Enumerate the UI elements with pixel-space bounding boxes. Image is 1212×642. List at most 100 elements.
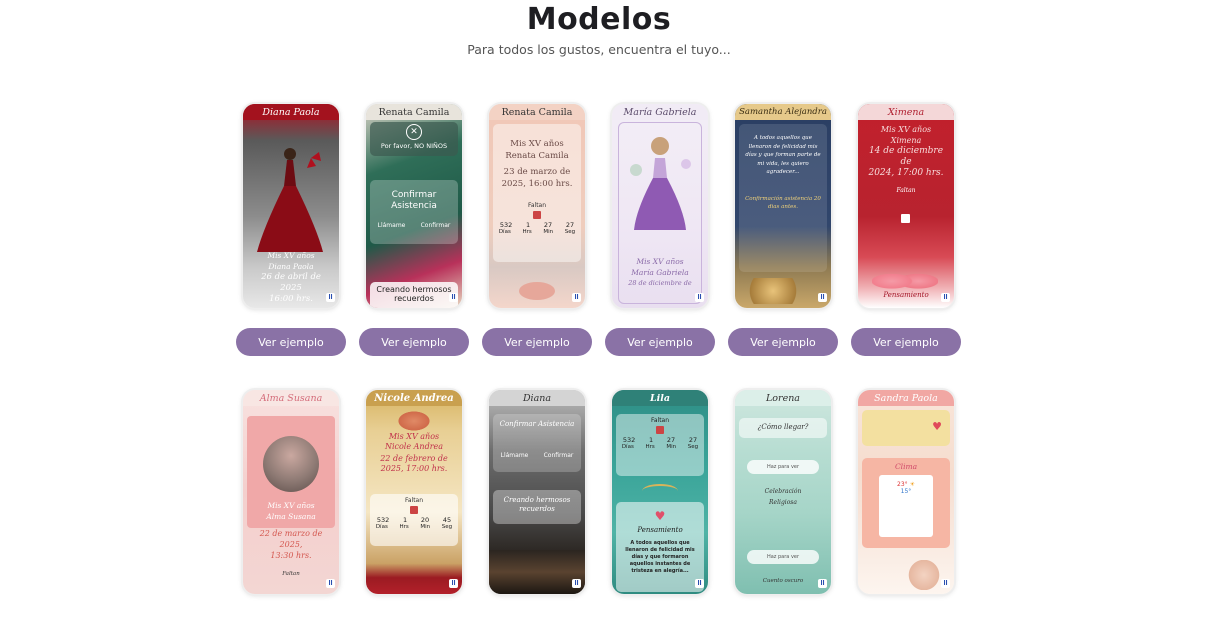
preview-line: María Gabriela: [631, 268, 689, 277]
preview-line: Religiosa: [769, 499, 797, 506]
preview-line: A todos aquellos que llenaron de felicid…: [625, 540, 695, 574]
model-card: Sandra Paola ♥ Clima 23° ☀ 15° ll Ver ej…: [851, 390, 961, 642]
preview-line: Nicole Andrea: [384, 442, 444, 451]
dress-illustration: [257, 148, 323, 252]
ver-ejemplo-button[interactable]: Ver ejemplo: [236, 328, 346, 356]
model-card: Nicole Andrea Mis XV años Nicole Andrea …: [359, 390, 469, 642]
model-preview[interactable]: Samantha Alejandra A todos aquellos que …: [735, 104, 831, 308]
temp-high: 23°: [897, 481, 908, 488]
preview-line: Faltan: [404, 497, 424, 504]
calendar-icon: [656, 426, 664, 434]
preview-line: Faltan: [282, 571, 300, 577]
page-title: Modelos: [526, 2, 672, 37]
flowers-decoration: [904, 560, 944, 590]
model-preview-name: Lorena: [735, 390, 831, 406]
countdown-unit: Hrs: [522, 229, 532, 235]
call-link[interactable]: Llámame: [501, 452, 529, 459]
model-preview[interactable]: Nicole Andrea Mis XV años Nicole Andrea …: [366, 390, 462, 594]
preview-line: Diana Paola: [268, 262, 314, 271]
ver-ejemplo-button[interactable]: Ver ejemplo: [359, 328, 469, 356]
pause-icon[interactable]: ll: [572, 293, 581, 302]
venue-photo: [489, 550, 585, 594]
confirm-link[interactable]: Confirmar: [421, 222, 451, 229]
model-card: Samantha Alejandra A todos aquellos que …: [728, 104, 838, 356]
model-preview[interactable]: María Gabriela Mis XV años María Gabriel…: [612, 104, 708, 308]
directions-label: Haz para ver: [766, 464, 800, 470]
bow-decoration: [396, 410, 432, 432]
crown-decoration: [642, 484, 678, 498]
model-card: Ximena Mis XV años Ximena 14 de diciembr…: [851, 104, 961, 356]
heart-icon: ♥: [654, 509, 666, 523]
model-preview[interactable]: Lorena ¿Cómo llegar? Haz para ver Celebr…: [735, 390, 831, 594]
model-preview[interactable]: Diana Paola Mis XV años Diana Paola 26 d…: [243, 104, 339, 308]
model-preview-name: Diana: [489, 390, 585, 406]
model-preview[interactable]: Renata Camila Mis XV años Renata Camila …: [489, 104, 585, 308]
preview-line: Mis XV años: [510, 139, 564, 149]
preview-line: Creando hermosos recuerdos: [376, 285, 452, 303]
model-preview-name: Lila: [612, 390, 708, 406]
pause-icon[interactable]: ll: [818, 293, 827, 302]
pause-icon[interactable]: ll: [818, 579, 827, 588]
ver-ejemplo-button[interactable]: Ver ejemplo: [605, 328, 715, 356]
portrait-photo: [263, 436, 319, 492]
ver-ejemplo-button[interactable]: Ver ejemplo: [482, 328, 592, 356]
pause-icon[interactable]: ll: [326, 579, 335, 588]
countdown-value: 1: [526, 221, 531, 229]
pause-icon[interactable]: ll: [941, 579, 950, 588]
preview-line: ¿Cómo llegar?: [757, 423, 809, 431]
model-preview[interactable]: Lila Faltan 532 1 27 27 Días Hrs Min Seg: [612, 390, 708, 594]
model-preview-name: Samantha Alejandra: [735, 104, 831, 120]
preview-line: Faltan: [527, 202, 547, 209]
ver-ejemplo-button[interactable]: Ver ejemplo: [851, 328, 961, 356]
countdown-unit: Días: [498, 229, 511, 235]
pause-icon[interactable]: ll: [326, 293, 335, 302]
model-preview[interactable]: Renata Camila ✕ Por favor, NO NIÑOS Conf…: [366, 104, 462, 308]
ver-ejemplo-button[interactable]: Ver ejemplo: [728, 328, 838, 356]
pause-icon[interactable]: ll: [695, 579, 704, 588]
model-card: Lila Faltan 532 1 27 27 Días Hrs Min Seg: [605, 390, 715, 642]
countdown-value: 20: [420, 516, 430, 524]
pause-icon[interactable]: ll: [941, 293, 950, 302]
preview-line: 26 de abril de 2025: [261, 272, 321, 293]
models-row-2: Alma Susana Mis XV años Alma Susana 22 d…: [236, 390, 961, 642]
preview-line: Renata Camila: [505, 151, 569, 161]
call-link[interactable]: Llámame: [378, 222, 406, 229]
model-preview[interactable]: Diana Confirmar Asistencia Llámame Confi…: [489, 390, 585, 594]
preview-line: Faltan: [896, 187, 916, 194]
countdown-value: 27: [565, 221, 575, 229]
preview-line: Mis XV años: [388, 432, 440, 441]
preview-line: A todos aquellos que llenaron de felicid…: [745, 135, 821, 175]
countdown-unit: Días: [375, 524, 388, 530]
confirm-link[interactable]: Confirmar: [544, 452, 574, 459]
flowers-decoration: [519, 282, 555, 300]
model-preview-name: Sandra Paola: [858, 390, 954, 406]
model-preview-name: Diana Paola: [243, 104, 339, 120]
model-card: Lorena ¿Cómo llegar? Haz para ver Celebr…: [728, 390, 838, 642]
pause-icon[interactable]: ll: [695, 293, 704, 302]
countdown-unit: Seg: [441, 524, 453, 530]
directions-label: Haz para ver: [766, 554, 800, 560]
model-card: Renata Camila Mis XV años Renata Camila …: [482, 104, 592, 356]
preview-line: Mis XV años: [636, 257, 684, 266]
weather-widget: 23° ☀ 15°: [879, 475, 933, 537]
model-preview[interactable]: Sandra Paola ♥ Clima 23° ☀ 15° ll: [858, 390, 954, 594]
preview-line: Por favor, NO NIÑOS: [380, 142, 448, 150]
pause-icon[interactable]: ll: [449, 293, 458, 302]
model-preview[interactable]: Ximena Mis XV años Ximena 14 de diciembr…: [858, 104, 954, 308]
preview-line: Alma Susana: [266, 512, 316, 521]
models-row-1: Diana Paola Mis XV años Diana Paola 26 d…: [236, 104, 961, 356]
directions-button[interactable]: Haz para ver: [747, 460, 819, 474]
temp-low: 15°: [900, 488, 912, 495]
countdown-value: 532: [622, 436, 636, 444]
countdown-unit: Seg: [687, 444, 699, 450]
pause-icon[interactable]: ll: [572, 579, 581, 588]
preview-line: 14 de diciembre de: [868, 146, 944, 167]
countdown-unit: Hrs: [645, 444, 655, 450]
pause-icon[interactable]: ll: [449, 579, 458, 588]
model-preview-name: Alma Susana: [243, 390, 339, 406]
directions-button[interactable]: Haz para ver: [747, 550, 819, 564]
preview-line: Pensamiento: [637, 526, 683, 534]
countdown-value: 27: [543, 221, 553, 229]
model-preview[interactable]: Alma Susana Mis XV años Alma Susana 22 d…: [243, 390, 339, 594]
countdown-value: 532: [376, 516, 390, 524]
